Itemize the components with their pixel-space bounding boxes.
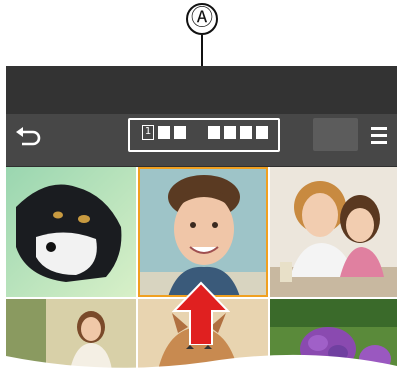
bottom-wave-cutoff — [6, 354, 397, 370]
callout-a-label: Ⓐ — [186, 3, 218, 35]
camera-screen: 1 — [6, 66, 397, 370]
